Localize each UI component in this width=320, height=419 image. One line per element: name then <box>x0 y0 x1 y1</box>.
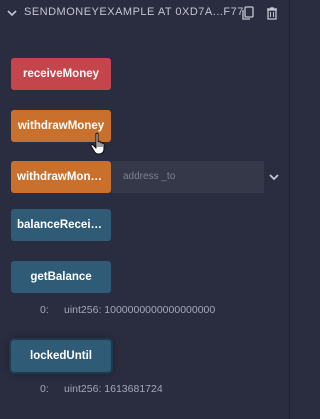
locked-until-button[interactable]: lockedUntil <box>11 340 111 372</box>
chevron-down-icon[interactable] <box>268 171 280 183</box>
withdraw-money-to-button[interactable]: withdrawMoneyTo <box>11 161 111 193</box>
contract-header[interactable]: SENDMONEYEXAMPLE AT 0XD7A...F77 <box>0 0 290 28</box>
result-value: uint256: 1000000000000000000 <box>64 304 216 316</box>
get-balance-result: 0: uint256: 1000000000000000000 <box>40 304 280 318</box>
delete-icon[interactable] <box>264 5 280 21</box>
contract-panel: SENDMONEYEXAMPLE AT 0XD7A...F77 receiveM… <box>0 0 290 419</box>
result-index: 0: <box>40 304 49 316</box>
receive-money-button[interactable]: receiveMoney <box>11 58 111 90</box>
hand-pointer-icon <box>90 132 105 155</box>
locked-until-result: 0: uint256: 1613681724 <box>40 383 280 397</box>
get-balance-button[interactable]: getBalance <box>11 261 111 293</box>
balance-received-button[interactable]: balanceReceived <box>11 209 111 241</box>
result-index: 0: <box>40 383 49 395</box>
address-to-input[interactable]: address _to <box>111 161 264 193</box>
copy-icon[interactable] <box>240 5 256 21</box>
contract-title: SENDMONEYEXAMPLE AT 0XD7A...F77 <box>24 6 244 18</box>
result-value: uint256: 1613681724 <box>64 383 163 395</box>
chevron-down-icon[interactable] <box>6 7 18 19</box>
